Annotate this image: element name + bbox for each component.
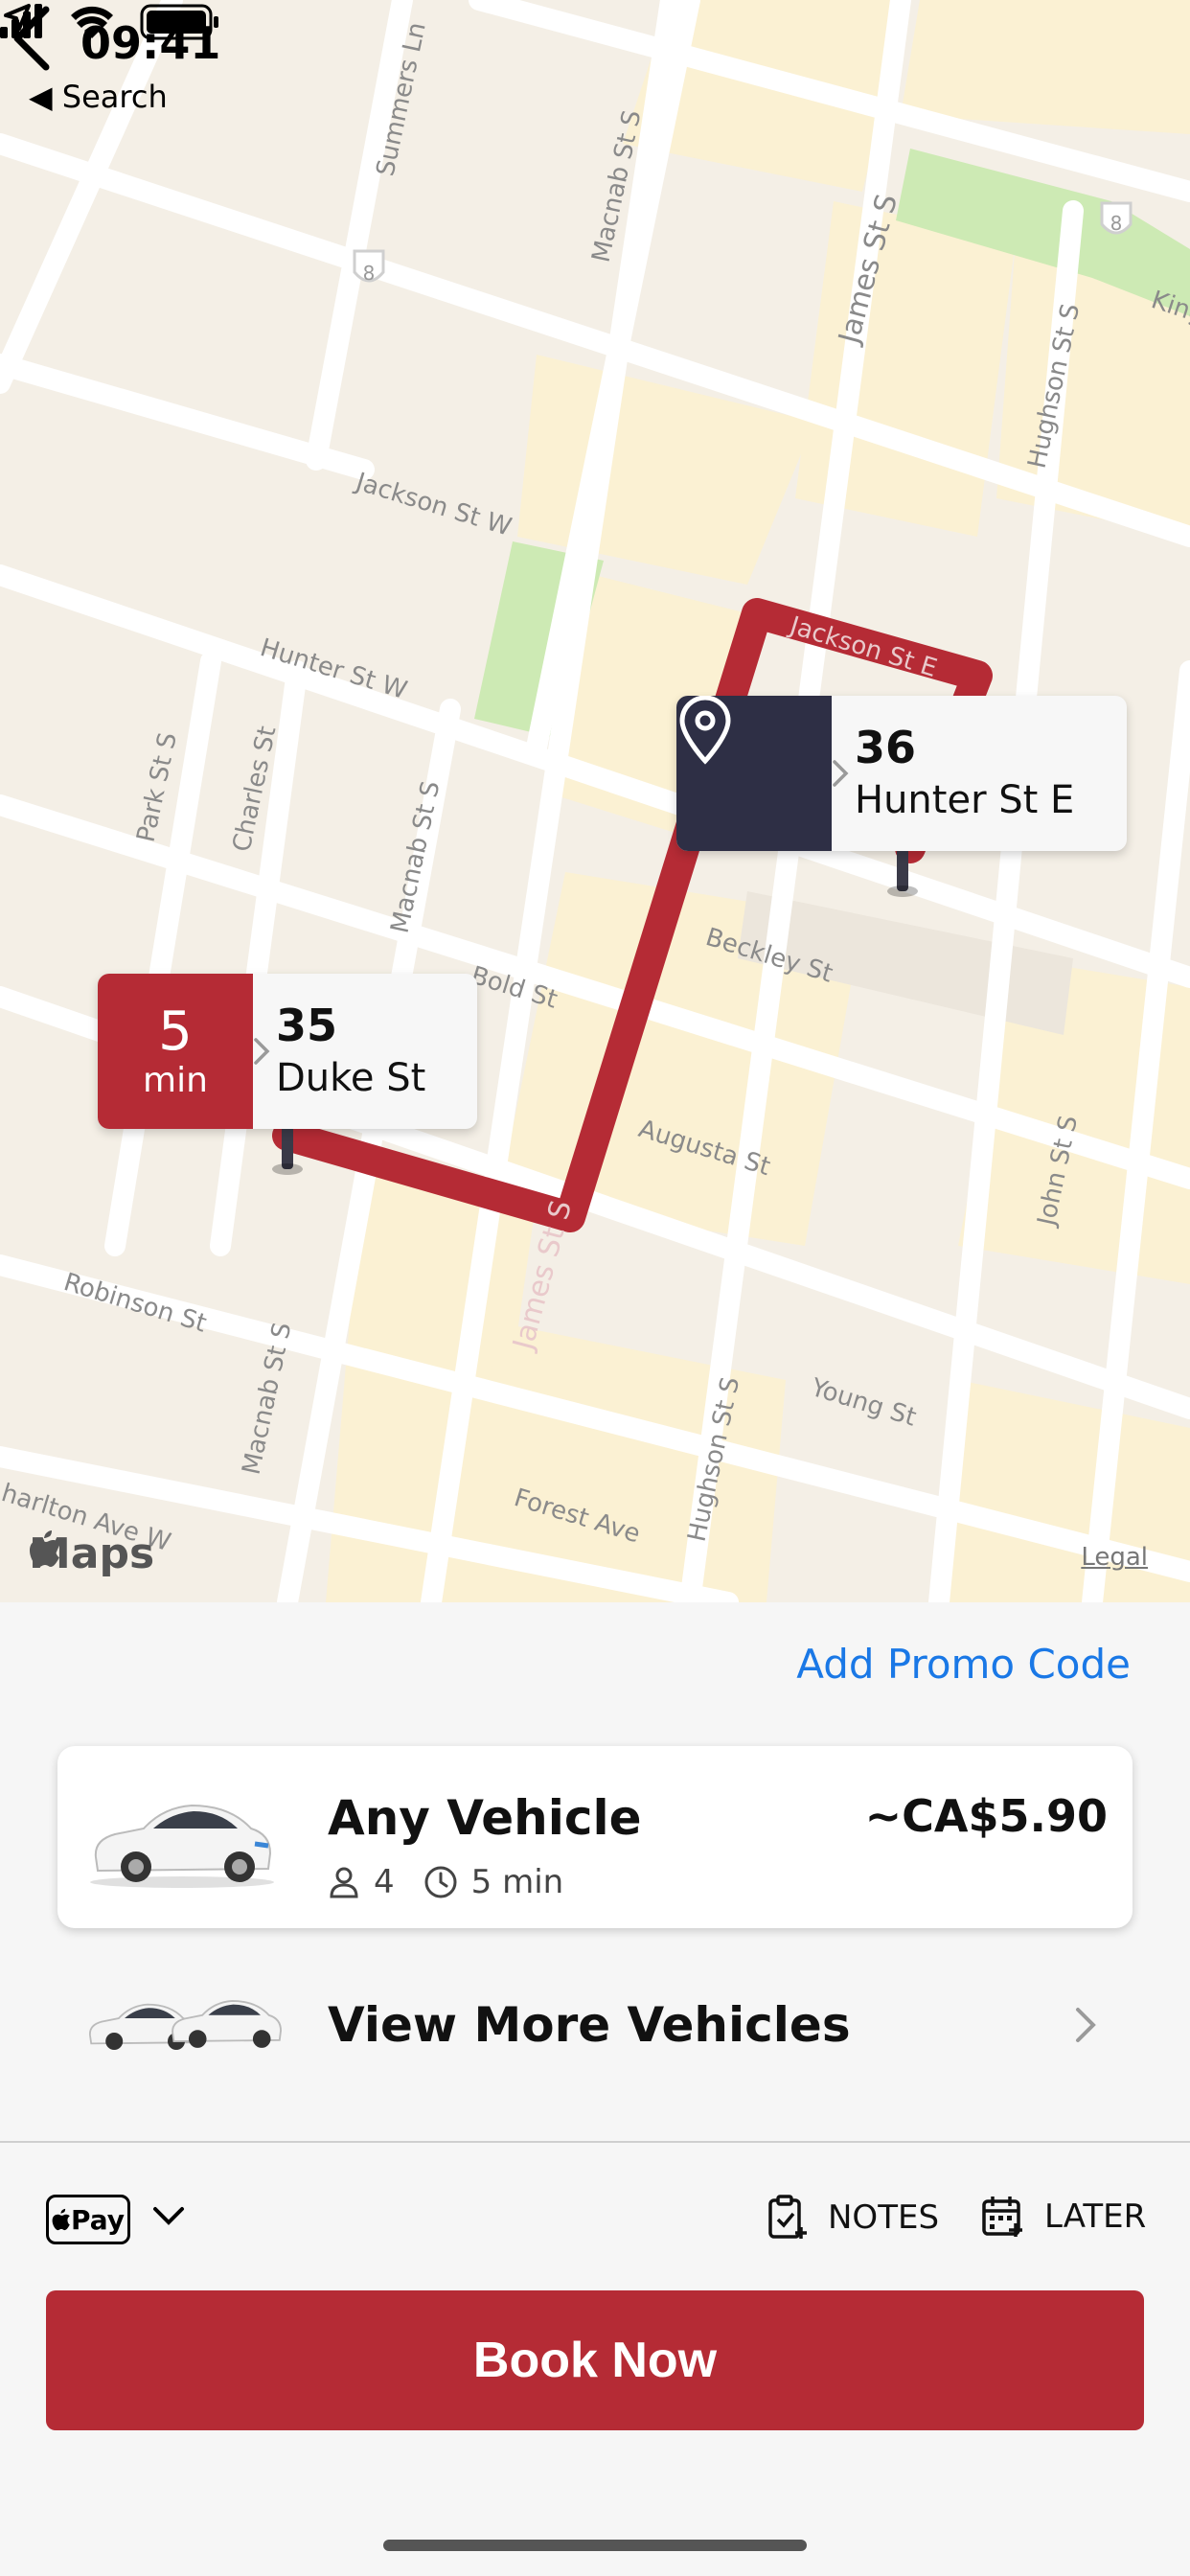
add-promo-code-link[interactable]: Add Promo Code: [796, 1641, 1131, 1688]
payment-method-label: Pay: [70, 2203, 126, 2236]
payment-options-row: Pay NOTES LATER: [0, 2185, 1190, 2271]
destination-street: Hunter St E: [855, 778, 1075, 822]
pickup-eta-unit: min: [143, 1061, 208, 1100]
vehicle-meta: 4 5 min: [328, 1863, 563, 1901]
car-image: [90, 1804, 274, 1888]
vehicle-option-card[interactable]: Any Vehicle ~CA$5.90 4 5 min: [57, 1746, 1133, 1928]
pickup-street: Duke St: [276, 1056, 426, 1100]
street-label: Macnab St S: [238, 1320, 298, 1477]
pickup-card[interactable]: 5 min 35 Duke St: [98, 974, 477, 1129]
location-pin-icon: [679, 696, 731, 765]
pickup-eta-box: 5 min: [98, 974, 253, 1129]
destination-number: 36: [855, 722, 917, 773]
notes-label: NOTES: [828, 2198, 940, 2237]
pickup-eta-value: 5: [158, 1000, 193, 1063]
chevron-right-icon: [254, 1038, 270, 1065]
street-label: Young St: [807, 1373, 920, 1433]
later-button[interactable]: LATER: [981, 2195, 1146, 2239]
home-indicator: [383, 2540, 807, 2551]
view-more-vehicles-label: View More Vehicles: [328, 1997, 851, 2053]
chevron-right-icon: [1076, 2008, 1096, 2042]
back-chevron-icon[interactable]: [0, 0, 67, 77]
chevron-right-icon: [833, 760, 849, 787]
apple-pay-badge[interactable]: Pay: [46, 2195, 130, 2244]
clock-icon: [424, 1866, 457, 1898]
street-label: Robinson St: [60, 1268, 210, 1339]
apple-logo-icon: [30, 1530, 59, 1567]
destination-card[interactable]: 36 Hunter St E: [676, 696, 1127, 851]
legal-link[interactable]: Legal: [1081, 1543, 1148, 1572]
book-now-button[interactable]: Book Now: [46, 2290, 1144, 2430]
vehicle-name: Any Vehicle: [328, 1790, 642, 1846]
notes-button[interactable]: NOTES: [767, 2195, 939, 2241]
vehicle-price: ~CA$5.90: [864, 1790, 1108, 1842]
booking-sheet: Add Promo Code Any Vehicle ~CA$5.90 4 5 …: [0, 1602, 1190, 2576]
pickup-number: 35: [276, 1000, 338, 1051]
highway-shield-2: 8: [1110, 212, 1123, 235]
street-label: Macnab St S: [386, 778, 446, 935]
notes-icon: [768, 2195, 807, 2239]
calendar-add-icon: [982, 2196, 1022, 2237]
person-icon: [330, 1867, 358, 1898]
apple-maps-logo: Maps: [29, 1530, 154, 1578]
street-label: Jackson St W: [351, 467, 515, 541]
highway-shield-1: 8: [363, 262, 376, 285]
status-bar: 09:41 ◀ Search: [0, 0, 1190, 134]
vehicle-seats: 4: [374, 1863, 395, 1901]
wifi-icon: [71, 6, 113, 38]
chevron-down-icon[interactable]: [151, 2204, 186, 2227]
battery-icon: [140, 4, 218, 40]
cars-image: [89, 1999, 282, 2050]
vehicle-eta: 5 min: [470, 1863, 564, 1901]
view-more-vehicles-row[interactable]: View More Vehicles: [57, 1970, 1133, 2076]
later-label: LATER: [1044, 2197, 1147, 2236]
map-view[interactable]: 8 8 Summers Ln Macnab St S James St S Hu…: [0, 0, 1190, 1602]
destination-icon-box: [676, 696, 832, 851]
back-to-app-link[interactable]: ◀ Search: [29, 79, 168, 115]
divider: [0, 2141, 1190, 2143]
apple-logo-icon: [52, 2208, 70, 2231]
